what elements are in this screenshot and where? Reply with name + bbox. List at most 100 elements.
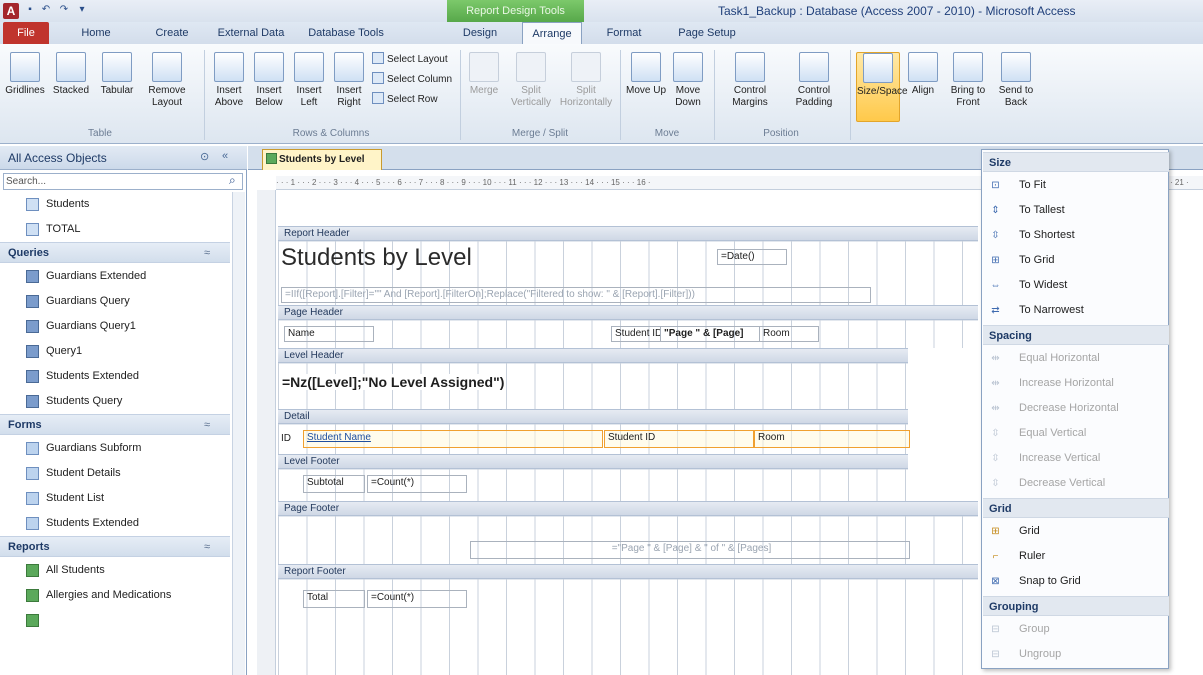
nav-item-query[interactable]: Guardians Query1 <box>0 314 230 339</box>
nav-item-query[interactable]: Students Query <box>0 389 230 414</box>
nav-group-queries[interactable]: Queries ≈ <box>0 242 230 263</box>
menu-item-to-narrowest[interactable]: ⇄ To Narrowest <box>983 298 1169 323</box>
menu-item-equal-horizontal[interactable]: ⇹ Equal Horizontal <box>983 346 1169 371</box>
insert-below-button[interactable]: Insert Below <box>250 52 288 122</box>
room-textbox[interactable]: Room <box>754 430 910 448</box>
section-report-header[interactable]: Report Header <box>278 226 978 241</box>
menu-item-to-fit[interactable]: ⊡ To Fit <box>983 173 1169 198</box>
undo-icon[interactable]: ↶ <box>40 4 52 16</box>
menu-item-to-grid[interactable]: ⊞ To Grid <box>983 248 1169 273</box>
move-up-button[interactable]: Move Up <box>626 52 666 122</box>
nav-item-form[interactable]: Students Extended <box>0 511 230 536</box>
tab-home[interactable]: Home <box>72 22 120 44</box>
menu-item-ruler[interactable]: ⌐ Ruler <box>983 544 1169 569</box>
insert-above-button[interactable]: Insert Above <box>210 52 248 122</box>
search-icon[interactable]: ⌕ <box>229 173 236 188</box>
nav-item-table[interactable]: Students <box>0 192 230 217</box>
size-space-button[interactable]: Size/Space <box>856 52 908 122</box>
insert-left-button[interactable]: Insert Left <box>290 52 328 122</box>
move-down-button[interactable]: Move Down <box>668 52 708 122</box>
nav-item-query[interactable]: Students Extended <box>0 364 230 389</box>
menu-item-increase-horizontal[interactable]: ⇹ Increase Horizontal <box>983 371 1169 396</box>
split-vertically-button[interactable]: Split Vertically <box>506 52 556 122</box>
date-textbox[interactable]: =Date() <box>717 249 787 265</box>
total-label[interactable]: Total <box>303 590 365 608</box>
tab-arrange[interactable]: Arrange <box>522 22 582 44</box>
customize-qat-icon[interactable]: ▾ <box>76 4 88 16</box>
align-button[interactable]: Align <box>904 52 942 122</box>
section-level-header[interactable]: Level Header <box>278 348 908 363</box>
nav-item-form[interactable]: Guardians Subform <box>0 436 230 461</box>
select-column-button[interactable]: Select Column <box>372 72 452 88</box>
tab-external-data[interactable]: External Data <box>214 22 288 44</box>
menu-item-to-tallest[interactable]: ⇕ To Tallest <box>983 198 1169 223</box>
tab-design[interactable]: Design <box>452 22 508 44</box>
section-page-header[interactable]: Page Header <box>278 305 978 320</box>
menu-item-ungroup[interactable]: ⊟ Ungroup <box>983 642 1169 667</box>
menu-item-increase-vertical[interactable]: ⇳ Increase Vertical <box>983 446 1169 471</box>
send-to-back-button[interactable]: Send to Back <box>994 52 1038 122</box>
tabular-button[interactable]: Tabular <box>96 52 138 122</box>
tab-create[interactable]: Create <box>148 22 196 44</box>
room-header-label[interactable]: Room <box>759 326 819 342</box>
insert-right-button[interactable]: Insert Right <box>330 52 368 122</box>
nav-item-query[interactable]: Guardians Query <box>0 289 230 314</box>
merge-button[interactable]: Merge <box>464 52 504 122</box>
nav-title[interactable]: All Access Objects <box>8 151 107 165</box>
level-expression-textbox[interactable]: =Nz([Level];"No Level Assigned") <box>282 374 505 390</box>
nav-item-form[interactable]: Student List <box>0 486 230 511</box>
menu-item-equal-vertical[interactable]: ⇳ Equal Vertical <box>983 421 1169 446</box>
nav-item-query[interactable]: Guardians Extended <box>0 264 230 289</box>
nav-group-forms[interactable]: Forms ≈ <box>0 414 230 435</box>
section-detail[interactable]: Detail <box>278 409 908 424</box>
tab-file[interactable]: File <box>3 22 49 44</box>
page-of-pages-textbox[interactable]: ="Page " & [Page] & " of " & [Pages] <box>470 541 910 559</box>
select-layout-button[interactable]: Select Layout <box>372 52 448 68</box>
section-report-footer[interactable]: Report Footer <box>278 564 978 579</box>
menu-item-decrease-vertical[interactable]: ⇳ Decrease Vertical <box>983 471 1169 496</box>
subtotal-count-textbox[interactable]: =Count(*) <box>367 475 467 493</box>
redo-icon[interactable]: ↷ <box>58 4 70 16</box>
collapse-nav-icon[interactable]: « <box>222 150 228 162</box>
nav-scrollbar[interactable] <box>232 192 245 675</box>
stacked-button[interactable]: Stacked <box>50 52 92 122</box>
nav-item-query[interactable]: Query1 <box>0 339 230 364</box>
id-textbox[interactable]: ID <box>281 433 291 444</box>
nav-search-input[interactable]: Search... <box>3 173 243 190</box>
name-header-label[interactable]: Name <box>284 326 374 342</box>
report-title-label[interactable]: Students by Level <box>281 244 472 272</box>
menu-item-snap-to-grid[interactable]: ⊠ Snap to Grid <box>983 569 1169 594</box>
nav-item-report[interactable] <box>0 608 230 633</box>
tab-students-by-level[interactable]: Students by Level <box>262 149 382 170</box>
split-horizontally-button[interactable]: Split Horizontally <box>558 52 614 122</box>
menu-item-group[interactable]: ⊟ Group <box>983 617 1169 642</box>
nav-group-reports[interactable]: Reports ≈ <box>0 536 230 557</box>
section-page-footer[interactable]: Page Footer <box>278 501 978 516</box>
nav-item-form[interactable]: Student Details <box>0 461 230 486</box>
save-icon[interactable]: ▪ <box>24 4 36 16</box>
student-id-textbox[interactable]: Student ID <box>604 430 754 448</box>
tab-format[interactable]: Format <box>596 22 652 44</box>
menu-item-grid[interactable]: ⊞ Grid <box>983 519 1169 544</box>
student-name-textbox[interactable]: Student Name <box>303 430 603 448</box>
nav-menu-icon[interactable]: ⊙ <box>200 150 209 163</box>
gridlines-button[interactable]: Gridlines <box>4 52 46 122</box>
control-margins-button[interactable]: Control Margins <box>720 52 780 122</box>
nav-item-table[interactable]: TOTAL <box>0 217 230 242</box>
total-count-textbox[interactable]: =Count(*) <box>367 590 467 608</box>
section-level-footer[interactable]: Level Footer <box>278 454 908 469</box>
menu-item-decrease-horizontal[interactable]: ⇹ Decrease Horizontal <box>983 396 1169 421</box>
control-padding-button[interactable]: Control Padding <box>784 52 844 122</box>
subtotal-label[interactable]: Subtotal <box>303 475 365 493</box>
menu-item-to-widest[interactable]: ⇔ To Widest <box>983 273 1169 298</box>
tab-database-tools[interactable]: Database Tools <box>302 22 390 44</box>
select-row-button[interactable]: Select Row <box>372 92 438 108</box>
bring-to-front-button[interactable]: Bring to Front <box>946 52 990 122</box>
student-id-header-label[interactable]: Student ID <box>611 326 661 342</box>
remove-layout-button[interactable]: Remove Layout <box>142 52 192 122</box>
tab-page-setup[interactable]: Page Setup <box>670 22 744 44</box>
page-number-header[interactable]: "Page " & [Page] <box>660 326 760 342</box>
filter-textbox[interactable]: =IIf([Report].[Filter]="" And [Report].[… <box>281 287 871 303</box>
nav-item-report[interactable]: All Students <box>0 558 230 583</box>
nav-item-report[interactable]: Allergies and Medications <box>0 583 230 608</box>
